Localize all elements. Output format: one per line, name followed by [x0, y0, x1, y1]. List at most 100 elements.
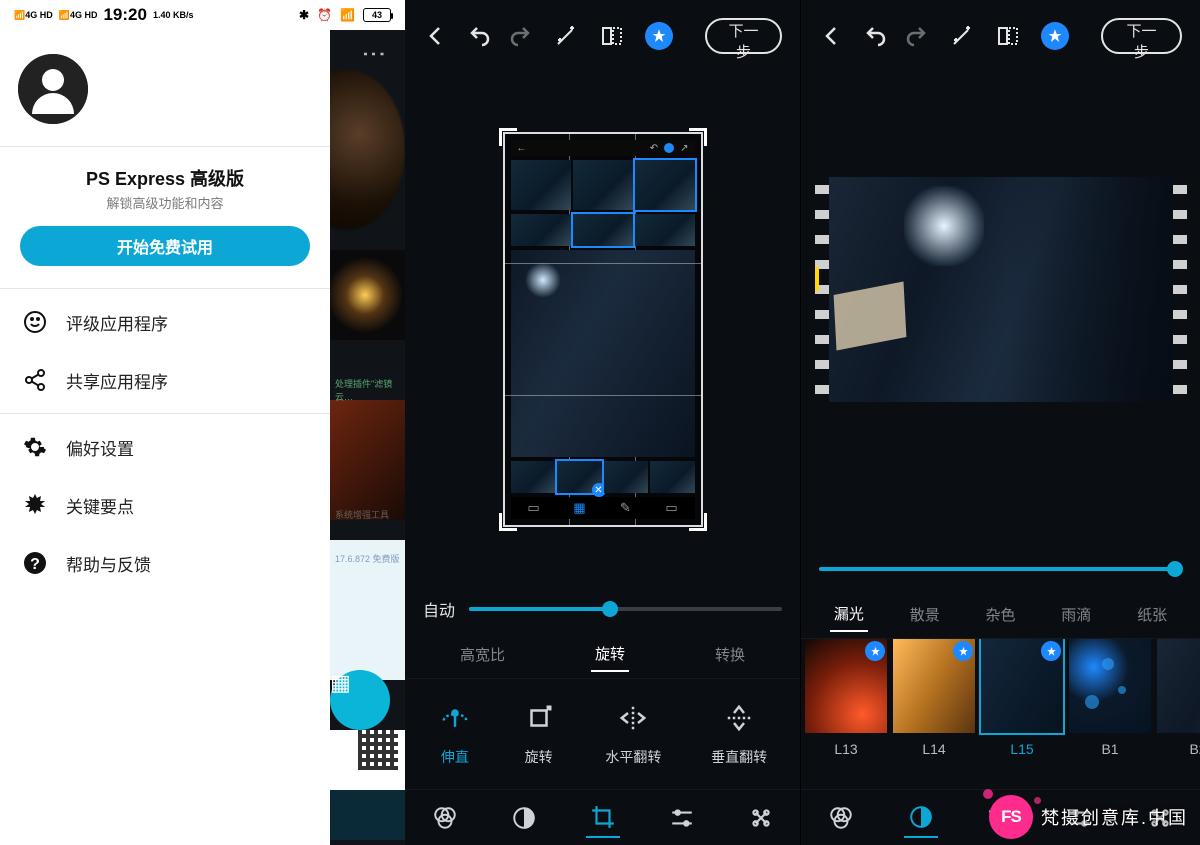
premium-star-icon [865, 641, 885, 661]
preset-L13[interactable]: L13 [805, 639, 887, 789]
clock: 19:20 [103, 5, 146, 25]
menu-item-1[interactable]: 关键要点 [0, 476, 330, 534]
status-bar: 📶4G HD 📶4G HD 19:20 1.40 KB/s ✱ ⏰ 📶 43 [0, 0, 405, 30]
menu-item-1[interactable]: 共享应用程序 [0, 351, 330, 409]
preset-L15[interactable]: L15 [981, 639, 1063, 789]
tool-1[interactable]: 旋转 [522, 701, 556, 767]
tool-2[interactable]: 水平翻转 [605, 701, 661, 767]
crop-frame[interactable]: ←↶↗ ✕ ▭▦✎▭ [503, 132, 703, 527]
redo-icon[interactable] [903, 23, 929, 49]
menu-label: 帮助与反馈 [66, 551, 151, 576]
tool-label: 水平翻转 [605, 747, 661, 767]
premium-star-icon [1041, 641, 1061, 661]
wifi-icon: 📶 [340, 8, 355, 22]
alarm-icon: ⏰ [317, 8, 332, 22]
compare-icon[interactable] [995, 23, 1021, 49]
effect-presets: L13 L14 L15 B1 B2 [801, 639, 1200, 789]
tab-1[interactable]: 旋转 [591, 637, 629, 672]
background-preview-strip: ⋮ 处理插件"滤镜云… 系统增强工具 17.6.872 免费版 ▦ [330, 30, 405, 845]
premium-star-icon [953, 641, 973, 661]
rotate-tools: 伸直旋转水平翻转 垂直翻转 [405, 679, 800, 789]
menu-label: 关键要点 [66, 493, 134, 518]
start-trial-button[interactable]: 开始免费试用 [20, 226, 310, 266]
tool-icon [616, 701, 650, 735]
preset-label: L15 [1010, 741, 1033, 757]
tab-2[interactable]: 转换 [711, 638, 749, 671]
gear-icon [22, 434, 48, 460]
overflow-icon[interactable]: ⋮ [359, 42, 387, 68]
effect-tabs: 漏光 散景 杂色 雨滴 纸张 [801, 591, 1200, 639]
editor-topbar: 下一步 [405, 0, 800, 72]
straighten-slider-row: 自动 [405, 587, 800, 631]
compare-icon[interactable] [599, 23, 625, 49]
signal-2: 📶4G HD [59, 10, 98, 21]
straighten-slider[interactable] [469, 607, 782, 611]
bluetooth-icon: ✱ [299, 8, 309, 22]
redo-icon[interactable] [507, 23, 533, 49]
tab-2[interactable]: 杂色 [981, 598, 1019, 631]
preset-thumb [893, 639, 975, 733]
back-icon[interactable] [819, 23, 845, 49]
menu-label: 偏好设置 [66, 435, 134, 460]
editor-bottombar [405, 789, 800, 845]
premium-star-icon[interactable] [645, 22, 673, 50]
adjust-icon[interactable] [507, 801, 541, 835]
magic-wand-icon[interactable] [949, 23, 975, 49]
back-icon[interactable] [423, 23, 449, 49]
magic-wand-icon[interactable] [553, 23, 579, 49]
editor-effects-panel: 下一步 漏光 散景 杂色 雨滴 纸张 L13 L14 L15 B1 B2 [801, 0, 1200, 845]
heal-icon[interactable] [744, 801, 778, 835]
signal-1: 📶4G HD [14, 10, 53, 21]
svg-text:?: ? [30, 556, 40, 573]
looks-icon[interactable] [428, 801, 462, 835]
share-icon [22, 367, 48, 393]
tab-1[interactable]: 散景 [906, 598, 944, 631]
image-preview[interactable] [815, 177, 1187, 402]
tool-icon [438, 701, 472, 735]
watermark: FS 梵摄创意库.中国 [989, 795, 1188, 839]
watermark-text: 梵摄创意库.中国 [1041, 804, 1188, 830]
preset-label: B2 [1189, 741, 1200, 757]
avatar[interactable] [18, 54, 88, 124]
preset-B1[interactable]: B1 [1069, 639, 1151, 789]
left-phone-drawer: 📶4G HD 📶4G HD 19:20 1.40 KB/s ✱ ⏰ 📶 43 [0, 0, 405, 845]
watermark-badge: FS [989, 795, 1033, 839]
tab-4[interactable]: 纸张 [1133, 598, 1171, 631]
premium-star-icon[interactable] [1041, 22, 1069, 50]
next-button[interactable]: 下一步 [705, 18, 782, 54]
preset-B2[interactable]: B2 [1157, 639, 1200, 789]
effect-slider-row [801, 547, 1200, 591]
promo-title: PS Express 高级版 [20, 165, 310, 191]
menu-item-0[interactable]: 偏好设置 [0, 418, 330, 476]
sliders-icon[interactable] [665, 801, 699, 835]
tool-0[interactable]: 伸直 [438, 701, 472, 767]
editor-topbar: 下一步 [801, 0, 1200, 72]
menu-item-0[interactable]: 评级应用程序 [0, 293, 330, 351]
undo-icon[interactable] [467, 23, 493, 49]
tool-icon [522, 701, 556, 735]
crop-nav-icon[interactable] [586, 804, 620, 838]
preset-thumb [805, 639, 887, 733]
smile-icon [22, 309, 48, 335]
tab-0[interactable]: 漏光 [830, 597, 868, 632]
editor-crop-panel: 下一步 ←↶↗ ✕ ▭▦✎▭ 自动 高宽比旋转转换 伸 [405, 0, 801, 845]
adjust-icon[interactable] [904, 804, 938, 838]
tool-3[interactable]: 垂直翻转 [711, 701, 767, 767]
tab-0[interactable]: 高宽比 [456, 638, 509, 671]
undo-icon[interactable] [863, 23, 889, 49]
help-icon: ? [22, 550, 48, 576]
next-button[interactable]: 下一步 [1101, 18, 1182, 54]
menu-label: 共享应用程序 [66, 368, 168, 393]
preset-label: B1 [1101, 741, 1118, 757]
menu-item-2[interactable]: ? 帮助与反馈 [0, 534, 330, 592]
looks-icon[interactable] [824, 801, 858, 835]
tab-3[interactable]: 雨滴 [1057, 598, 1095, 631]
premium-promo: PS Express 高级版 解锁高级功能和内容 开始免费试用 [0, 147, 330, 289]
preset-label: L14 [922, 741, 945, 757]
menu-label: 评级应用程序 [66, 310, 168, 335]
promo-subtitle: 解锁高级功能和内容 [20, 193, 310, 212]
preset-L14[interactable]: L14 [893, 639, 975, 789]
slider-label: 自动 [423, 597, 455, 621]
battery-icon: 43 [363, 8, 391, 22]
effect-intensity-slider[interactable] [819, 567, 1182, 571]
